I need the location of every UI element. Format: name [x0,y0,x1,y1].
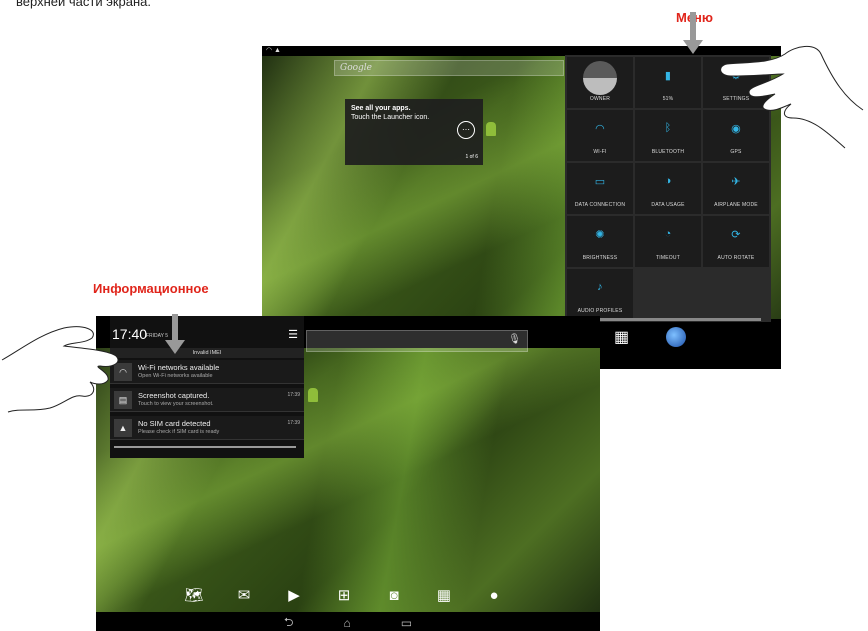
tile-label: TIMEOUT [656,255,680,261]
tip-page: 1 of 6 [465,154,478,160]
notification-title: Wi-Fi networks available [138,363,220,372]
recents-icon[interactable]: ▭ [401,616,412,630]
launcher-icon[interactable]: ⋯ [457,121,475,139]
tile-bluetooth[interactable]: ᛒ BLUETOOTH [635,110,701,161]
tile-label: 51% [662,96,674,102]
tile-label: OWNER [589,96,611,102]
down-arrow-info-icon [165,340,185,354]
timeout-icon: ◔ [664,228,672,240]
tile-wi-fi[interactable]: ◠ WI-FI [567,110,633,161]
down-arrow-menu-shaft [690,12,696,42]
tile-audio-profiles[interactable]: ♪ AUDIO PROFILES [567,269,633,320]
launcher-icon[interactable]: ⊞ [328,582,360,608]
notification-panel: 17:40 FRIDAY 5 ☰ Invalid IMEI ◠ Wi-Fi net… [110,316,304,458]
mic-icon[interactable]: 🎙 [508,334,521,345]
dock: 🗺 ✉ ▶ ⊞ ◙ ▦ ● [178,582,528,608]
camera-icon[interactable]: ◙ [378,582,410,608]
data-usage-icon: ◑ [664,175,672,187]
tile-brightness[interactable]: ✺ BRIGHTNESS [567,216,633,267]
tile-label: BRIGHTNESS [582,255,618,261]
down-arrow-menu-icon [683,40,703,54]
notification-time: 17:39 [287,420,300,426]
tile-label: AUDIO PROFILES [577,308,623,314]
tile-timeout[interactable]: ◔ TIMEOUT [635,216,701,267]
search-bar[interactable]: 🎙 [306,330,528,352]
tile-label: DATA USAGE [651,202,685,208]
google-search-bar[interactable]: Google [334,60,564,76]
bottom-tablet-screen: 🎙 17:40 FRIDAY 5 ☰ Invalid IMEI ◠ Wi-Fi n… [96,316,600,631]
navigation-bar: ⮌ ⌂ ▭ [96,612,600,631]
browser-icon[interactable]: ● [478,582,510,608]
play-store-icon[interactable]: ▶ [278,582,310,608]
data-connection-icon: ▭ [594,176,606,188]
notification-subtitle: Touch to view your screenshot. [138,401,214,407]
info-callout: Информационное [93,281,209,296]
tile-data-connection[interactable]: ▭ DATA CONNECTION [567,163,633,214]
android-robot-icon [486,122,496,136]
tile-owner[interactable]: OWNER [567,57,633,108]
notification-subtitle: Open Wi-Fi networks available [138,373,213,379]
wifi-status-icon: ◠ ▲ [266,47,281,54]
audio-profiles-icon: ♪ [597,281,603,293]
android-robot-icon [308,388,318,402]
gmail-icon[interactable]: ✉ [228,582,260,608]
settings-shortcut-icon[interactable]: ☰ [288,328,298,341]
tile-label: WI-FI [593,149,607,155]
tile-label: DATA CONNECTION [574,202,626,208]
tile-auto-rotate[interactable]: ⟳ AUTO ROTATE [703,216,769,267]
airplane-icon: ✈ [731,176,741,188]
notification-title: No SIM card detected [138,419,211,428]
warning-icon: ▲ [114,419,132,437]
back-icon[interactable]: ⮌ [284,613,294,631]
imei-warning: Invalid IMEI [110,348,304,358]
video-icon[interactable]: ▦ [614,327,629,347]
tile-label: AIRPLANE MODE [714,202,758,208]
notification-item[interactable]: ▲ No SIM card detected Please check if SIM… [110,416,304,440]
hand-illustration-right [720,46,864,149]
tile-label: AUTO ROTATE [717,255,755,261]
video-icon[interactable]: ▦ [428,582,460,608]
battery-icon: ▮ [664,70,672,82]
tile-airplane-mode[interactable]: ✈ AIRPLANE MODE [703,163,769,214]
browser-icon[interactable] [666,327,686,347]
notification-time: 17:39 [287,392,300,398]
bluetooth-icon: ᛒ [664,122,672,134]
home-icon[interactable]: ⌂ [344,616,351,630]
notification-subtitle: Please check if SIM card is ready [138,429,220,435]
tip-body: Touch the Launcher icon. [351,114,430,121]
down-arrow-info-shaft [172,314,178,342]
tile-51[interactable]: ▮ 51% [635,57,701,108]
maps-icon[interactable]: 🗺 [178,582,210,608]
auto-rotate-icon: ⟳ [731,229,741,241]
notification-title: Screenshot captured. [138,391,210,400]
notification-scrollbar[interactable] [114,446,296,448]
notification-item[interactable]: ▤ Screenshot captured. Touch to view your … [110,388,304,412]
launcher-tip: See all your apps. Touch the Launcher ic… [345,99,483,165]
wifi-icon: ◠ [595,123,605,135]
document-text: верхней части экрана. [16,0,151,9]
tile-label: BLUETOOTH [651,149,685,155]
tile-data-usage[interactable]: ◑ DATA USAGE [635,163,701,214]
clock-date: FRIDAY 5 [146,333,169,339]
notification-item[interactable]: ◠ Wi-Fi networks available Open Wi-Fi netw… [110,360,304,384]
hand-illustration-left [1,326,119,413]
tip-title: See all your apps. [351,105,411,112]
owner-avatar-icon [567,61,633,95]
brightness-icon: ✺ [595,229,605,241]
